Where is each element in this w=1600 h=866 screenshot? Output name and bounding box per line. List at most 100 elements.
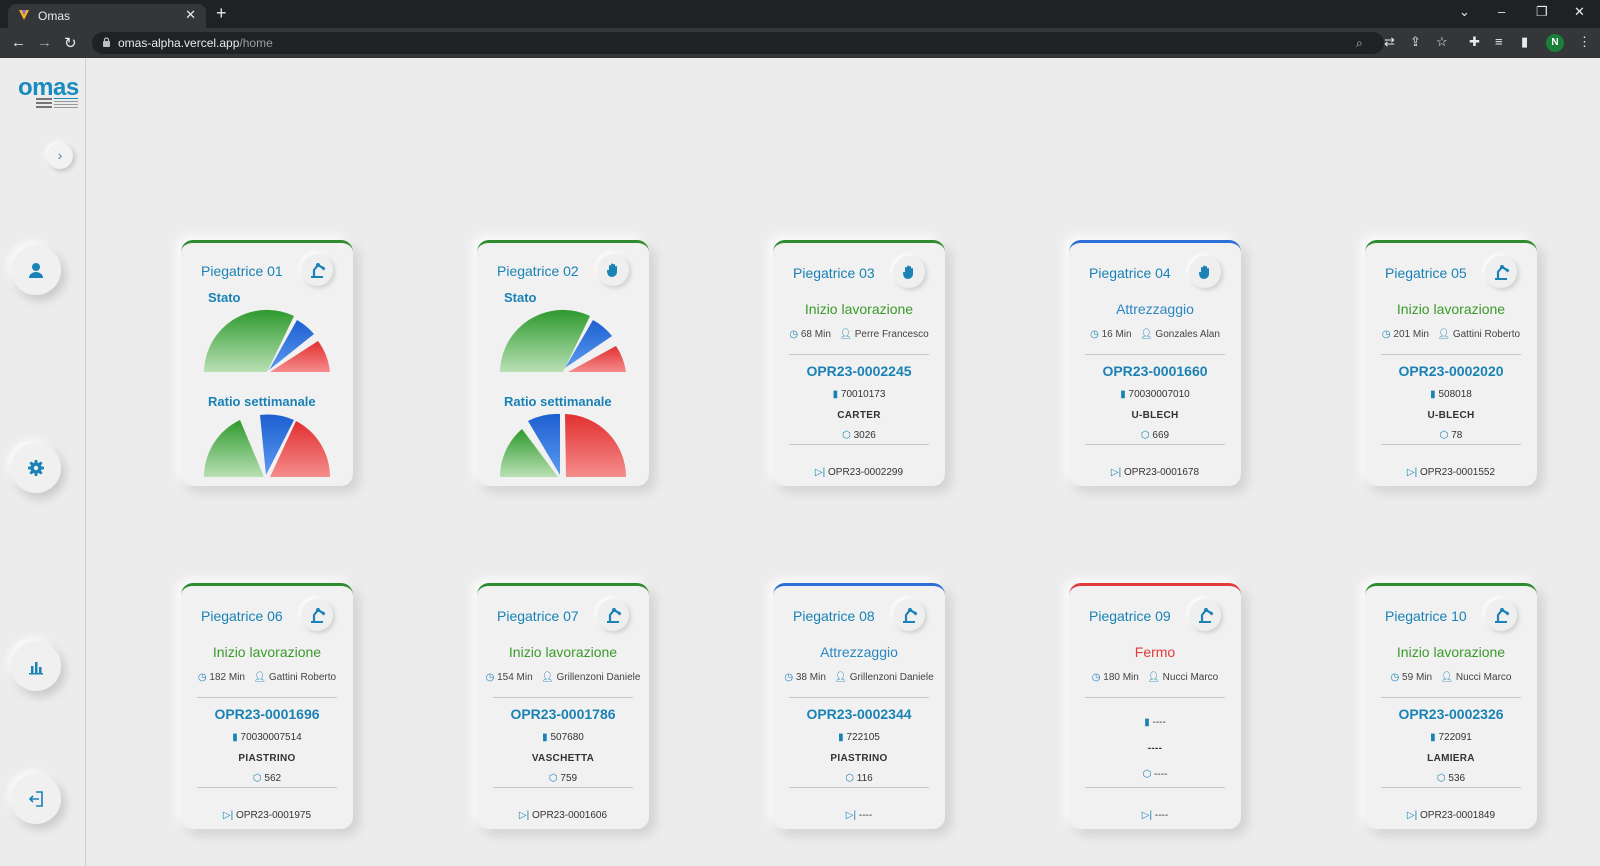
next-track-icon: ▷|: [845, 810, 857, 821]
quantity-row: ⬡ 759: [477, 773, 649, 784]
machine-mode-button[interactable]: [893, 256, 925, 288]
omas-favicon-icon: [19, 10, 29, 20]
operator-name: Perre Francesco: [854, 329, 929, 340]
machine-mode-button[interactable]: [893, 599, 925, 631]
share-icon[interactable]: ⇪: [1410, 34, 1421, 50]
card-title: Piegatrice 05: [1385, 265, 1467, 281]
divider: [1085, 787, 1225, 788]
operator-name: Gattini Roberto: [268, 672, 337, 683]
machine-card[interactable]: Piegatrice 06 Inizio lavorazione ◷ 182 M…: [181, 583, 353, 829]
order-number[interactable]: OPR23-0002326: [1365, 706, 1537, 722]
menu-kebab-icon[interactable]: ⋮: [1578, 34, 1591, 50]
nav-user-button[interactable]: [11, 245, 61, 295]
browser-tab[interactable]: Omas ✕: [8, 4, 206, 28]
address-bar[interactable]: omas-alpha.vercel.app/home ⌕: [92, 32, 1384, 54]
nav-logout-button[interactable]: [11, 774, 61, 824]
quantity-value: 759: [560, 773, 578, 784]
nav-stats-button[interactable]: [11, 641, 61, 691]
item-code-row: ▮ 507680: [477, 732, 649, 743]
machine-status: Inizio lavorazione: [1396, 301, 1506, 317]
extensions-icon[interactable]: ✚: [1469, 34, 1480, 50]
quantity-value: ----: [1154, 769, 1168, 780]
profile-avatar[interactable]: N: [1546, 34, 1564, 52]
side-panel-icon[interactable]: ▮: [1521, 34, 1528, 50]
machine-card[interactable]: Piegatrice 08 Attrezzaggio ◷ 38 Min 👤︎ G…: [773, 583, 945, 829]
card-title: Piegatrice 01: [201, 263, 283, 279]
back-arrow-icon[interactable]: ←: [11, 34, 26, 51]
nav-settings-button[interactable]: [11, 443, 61, 493]
machine-card[interactable]: Piegatrice 01 Stato Ratio settimanale: [181, 240, 353, 486]
translate-icon[interactable]: ⇄: [1384, 34, 1395, 50]
machine-mode-button[interactable]: [1485, 599, 1517, 631]
media-icon[interactable]: ≡: [1495, 34, 1503, 49]
order-number[interactable]: OPR23-0001786: [477, 706, 649, 722]
next-order-row[interactable]: ▷| OPR23-0001975: [181, 810, 353, 821]
order-number[interactable]: OPR23-0002245: [773, 363, 945, 379]
machine-mode-button[interactable]: [301, 254, 333, 286]
divider: [1085, 697, 1225, 698]
order-number[interactable]: OPR23-0002020: [1365, 363, 1537, 379]
card-title: Piegatrice 10: [1385, 608, 1467, 624]
tab-close-icon[interactable]: ✕: [185, 7, 196, 23]
machine-mode-button[interactable]: [1189, 599, 1221, 631]
divider: [1381, 444, 1521, 445]
machine-card[interactable]: Piegatrice 04 Attrezzaggio ◷ 16 Min 👤︎ G…: [1069, 240, 1241, 486]
next-order-row[interactable]: ▷| ----: [773, 810, 945, 821]
next-order-row[interactable]: ▷| OPR23-0001678: [1069, 467, 1241, 478]
next-track-icon: ▷|: [1110, 467, 1122, 478]
next-order-row[interactable]: ▷| OPR23-0001552: [1365, 467, 1537, 478]
machine-card[interactable]: Piegatrice 09 Fermo ◷ 180 Min 👤︎ Nucci M…: [1069, 583, 1241, 829]
next-order-row[interactable]: ▷| OPR23-0001849: [1365, 810, 1537, 821]
divider: [197, 697, 337, 698]
order-number[interactable]: OPR23-0002344: [773, 706, 945, 722]
bookmark-star-icon[interactable]: ☆: [1436, 34, 1448, 50]
machine-mode-button[interactable]: [1485, 256, 1517, 288]
app-root: omas › Piegatrice 01 Stato Ratio settima…: [0, 58, 1600, 866]
item-code: 722105: [846, 732, 880, 743]
sidebar-expand-button[interactable]: ›: [47, 143, 73, 169]
operator-icon: 👤︎: [541, 672, 554, 683]
item-code: 722091: [1438, 732, 1472, 743]
item-code-row: ▮ 722091: [1365, 732, 1537, 743]
forward-arrow-icon[interactable]: →: [37, 34, 52, 51]
operator-icon: 👤︎: [834, 672, 847, 683]
next-order-row[interactable]: ▷| OPR23-0001606: [477, 810, 649, 821]
machine-mode-button[interactable]: [301, 599, 333, 631]
next-order-row[interactable]: ▷| OPR23-0002299: [773, 467, 945, 478]
next-order: OPR23-0001678: [1124, 467, 1200, 478]
new-tab-button[interactable]: +: [216, 3, 227, 24]
machine-card[interactable]: Piegatrice 03 Inizio lavorazione ◷ 68 Mi…: [773, 240, 945, 486]
box-icon: ⬡: [1142, 769, 1152, 780]
zoom-icon[interactable]: ⌕: [1356, 36, 1363, 51]
restore-button[interactable]: ❐: [1536, 4, 1548, 20]
machine-mode-button[interactable]: [597, 599, 629, 631]
quantity-row: ⬡ 116: [773, 773, 945, 784]
order-number[interactable]: OPR23-0001696: [181, 706, 353, 722]
card-title: Piegatrice 07: [497, 608, 579, 624]
clock-icon: ◷: [197, 672, 207, 683]
minimize-button[interactable]: –: [1498, 4, 1505, 19]
reload-icon[interactable]: ↻: [64, 34, 77, 52]
operator-name: Nucci Marco: [1162, 672, 1219, 683]
machine-mode-button[interactable]: [597, 254, 629, 286]
close-window-button[interactable]: ✕: [1574, 4, 1585, 20]
clock-icon: ◷: [1090, 329, 1099, 340]
operator-name: Gattini Roberto: [1452, 329, 1521, 340]
machine-mode-button[interactable]: [1189, 256, 1221, 288]
elapsed-minutes: 16 Min: [1101, 329, 1132, 340]
machine-card[interactable]: Piegatrice 10 Inizio lavorazione ◷ 59 Mi…: [1365, 583, 1537, 829]
quantity-row: ⬡ 562: [181, 773, 353, 784]
user-icon: [29, 263, 43, 278]
order-number[interactable]: OPR23-0001660: [1069, 363, 1241, 379]
machine-card[interactable]: Piegatrice 02 Stato Ratio settimanale: [477, 240, 649, 486]
material-name: ----: [1147, 743, 1163, 754]
next-order-row[interactable]: ▷| ----: [1069, 810, 1241, 821]
quantity-value: 3026: [853, 430, 876, 441]
material-name: U-BLECH: [1131, 410, 1179, 421]
robot-arm-icon: [1495, 265, 1510, 280]
machine-card[interactable]: Piegatrice 07 Inizio lavorazione ◷ 154 M…: [477, 583, 649, 829]
quantity-value: 78: [1451, 430, 1463, 441]
clipboard-icon: ▮: [1430, 389, 1436, 400]
machine-card[interactable]: Piegatrice 05 Inizio lavorazione ◷ 201 M…: [1365, 240, 1537, 486]
tab-search-icon[interactable]: ⌄: [1459, 4, 1470, 20]
